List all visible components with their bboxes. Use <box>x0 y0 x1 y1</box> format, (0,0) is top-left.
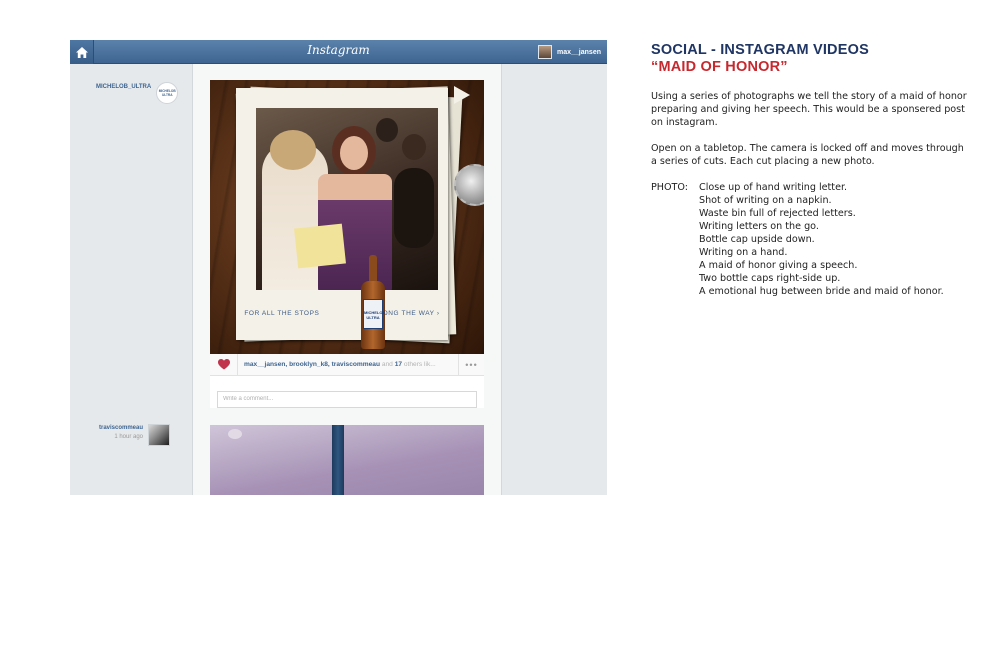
photo-detail <box>228 429 242 439</box>
post-author[interactable]: MICHELOB_ULTRA MICHELOB ULTRA <box>96 82 179 104</box>
comment-input[interactable] <box>217 390 477 408</box>
photo-label: PHOTO: <box>651 182 689 193</box>
bottle-neck <box>369 255 377 283</box>
post-author[interactable]: traviscommeau 1 hour ago <box>99 424 171 446</box>
like-button[interactable] <box>210 353 238 376</box>
polaroid-print: FOR ALL THE STOPS ALONG THE WAY › MICHEL… <box>236 88 448 349</box>
likes-count[interactable]: 17 <box>395 361 402 368</box>
speech-letter <box>294 223 346 269</box>
shot-item: A maid of honor giving a speech. <box>699 260 858 271</box>
tagline-left: FOR ALL THE STOPS <box>244 310 320 317</box>
instagram-feed-mockup: Instagram max__jansen MICHELOB_ULTRA MIC… <box>70 40 607 495</box>
heart-icon <box>217 359 230 370</box>
beer-bottle: MICHELOB ULTRA <box>360 255 386 349</box>
post-author-avatar[interactable] <box>148 424 171 446</box>
photo-tagline: FOR ALL THE STOPS ALONG THE WAY › <box>236 310 448 317</box>
likes-bar: max__jansen, brooklyn_k8, traviscommeau … <box>210 353 484 376</box>
hug-photo <box>256 108 438 290</box>
likes-text: max__jansen, brooklyn_k8, traviscommeau … <box>238 361 458 368</box>
shot-item: Waste bin full of rejected letters. <box>699 208 856 219</box>
comment-area <box>210 376 484 408</box>
likes-and: and <box>381 361 393 368</box>
instagram-logo: Instagram <box>307 43 370 57</box>
script-description: SOCIAL - INSTAGRAM VIDEOS “MAID OF HONOR… <box>651 42 971 298</box>
feed-post: FOR ALL THE STOPS ALONG THE WAY › MICHEL… <box>210 80 484 408</box>
script-subtitle: “MAID OF HONOR” <box>651 59 788 75</box>
script-title: SOCIAL - INSTAGRAM VIDEOS <box>651 42 869 58</box>
photo-detail <box>332 425 344 495</box>
instagram-top-bar: Instagram max__jansen <box>70 40 607 64</box>
shot-item: Close up of hand writing letter. <box>699 182 848 193</box>
shot-list: Close up of hand writing letter. Shot of… <box>699 181 944 298</box>
guest-figure <box>402 134 426 160</box>
script-paragraph: Open on a tabletop. The camera is locked… <box>651 143 964 167</box>
right-gutter <box>501 64 607 495</box>
maid-face <box>340 136 368 170</box>
shot-item: A emotional hug between bride and maid o… <box>699 286 944 297</box>
shot-item: Bottle cap upside down. <box>699 234 815 245</box>
photo-shot-list: PHOTO: Close up of hand writing letter. … <box>651 181 971 298</box>
shot-item: Shot of writing on a napkin. <box>699 195 832 206</box>
post-author-name[interactable]: traviscommeau <box>99 424 143 433</box>
post-timestamp: 1 hour ago <box>114 434 144 440</box>
post-photo[interactable]: FOR ALL THE STOPS ALONG THE WAY › MICHEL… <box>210 80 484 354</box>
script-paragraph: Using a series of photographs we tell th… <box>651 91 967 128</box>
likes-suffix: others lik... <box>403 361 436 368</box>
current-user-name: max__jansen <box>557 48 601 56</box>
photo-corner-tab <box>454 86 470 104</box>
bottle-label: MICHELOB ULTRA <box>363 299 386 329</box>
feed-post-photo[interactable] <box>210 425 484 495</box>
shot-item: Two bottle caps right-side up. <box>699 273 841 284</box>
shot-item: Writing letters on the go. <box>699 221 819 232</box>
current-user-menu[interactable]: max__jansen <box>538 45 601 59</box>
current-user-avatar <box>538 45 553 59</box>
likes-names[interactable]: max__jansen, brooklyn_k8, traviscommeau <box>244 361 380 368</box>
more-options-button[interactable]: ••• <box>458 353 484 376</box>
post-author-name[interactable]: MICHELOB_ULTRA <box>96 83 151 92</box>
more-dots-icon: ••• <box>465 359 478 370</box>
post-author-avatar[interactable]: MICHELOB ULTRA <box>156 82 179 104</box>
bottle-label-text: MICHELOB ULTRA <box>364 310 386 320</box>
avatar-logo-text: MICHELOB ULTRA <box>158 89 176 97</box>
bride-hair <box>270 130 316 170</box>
guest-figure <box>394 168 434 248</box>
shot-item: Writing on a hand. <box>699 247 788 258</box>
